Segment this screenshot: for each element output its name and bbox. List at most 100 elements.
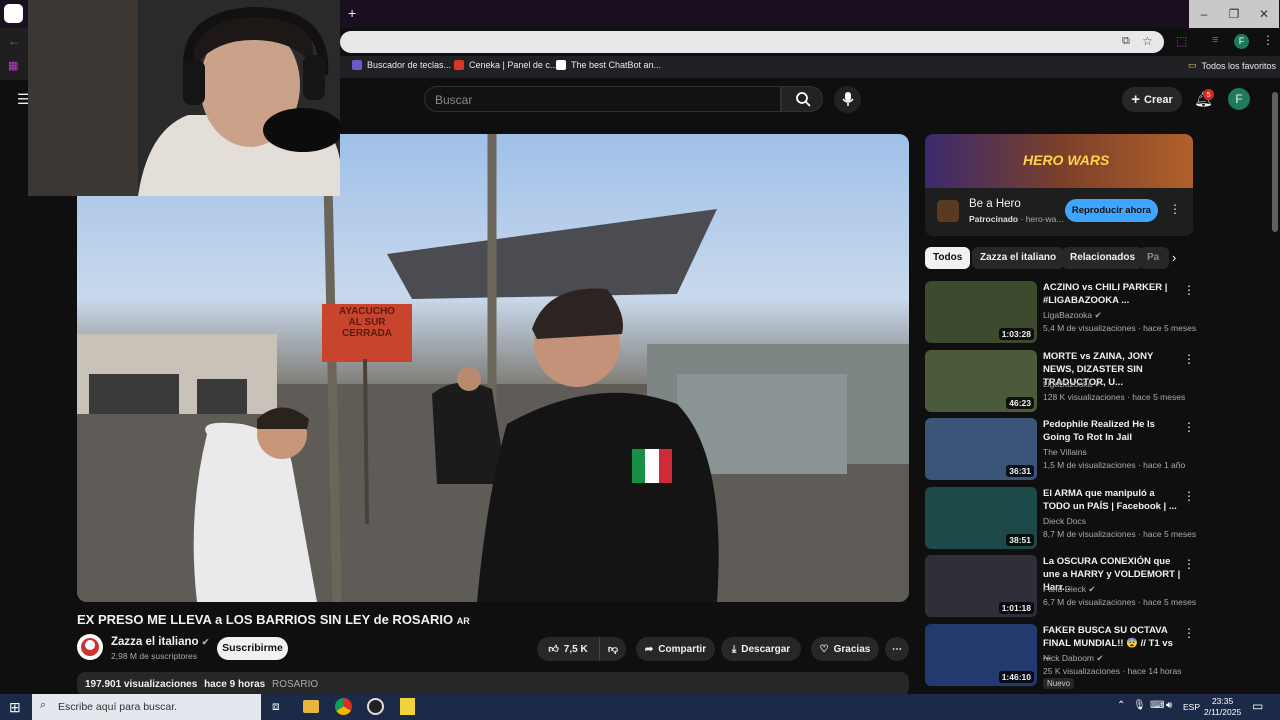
channel-avatar[interactable]: [77, 634, 103, 660]
video-thumbnail[interactable]: 36:31: [925, 418, 1037, 480]
page-scrollbar[interactable]: [1272, 92, 1278, 232]
recommendation-menu-icon[interactable]: ⋮: [1183, 489, 1195, 503]
like-button[interactable]: 👍︎ 7,5 K: [537, 637, 599, 661]
recommendation-item[interactable]: 38:51 El ARMA que manipuló a TODO un PAÍ…: [925, 487, 1265, 549]
search-input[interactable]: Buscar: [424, 86, 781, 112]
dislike-button[interactable]: 👎︎: [599, 637, 626, 661]
profile-avatar[interactable]: F: [1234, 34, 1249, 49]
thanks-button[interactable]: ♡ Gracias: [811, 637, 879, 661]
recommendation-title[interactable]: ACZINO vs CHILI PARKER | #LIGABAZOOKA ..…: [1043, 281, 1183, 307]
bookmark-star-icon[interactable]: ☆: [1142, 34, 1153, 48]
all-bookmarks[interactable]: ▭ Todos los favoritos: [1188, 60, 1276, 71]
volume-icon[interactable]: 🔊︎: [1166, 700, 1172, 711]
more-actions-button[interactable]: ⋯: [885, 637, 909, 661]
description-box[interactable]: 197.901 visualizaciones hace 9 horas ROS…: [77, 672, 909, 696]
recommendation-menu-icon[interactable]: ⋮: [1183, 352, 1195, 366]
heart-dollar-icon: ♡: [819, 643, 829, 655]
install-app-icon[interactable]: ⧉: [1122, 35, 1130, 48]
subscribe-button[interactable]: Suscribirme: [217, 637, 288, 660]
chevron-right-icon[interactable]: ›: [1172, 250, 1176, 265]
bookmark-item[interactable]: Buscador de teclas...: [352, 60, 451, 70]
clock[interactable]: 23:35 2/11/2025: [1204, 696, 1241, 718]
video-thumbnail[interactable]: 38:51: [925, 487, 1037, 549]
bookmark-label: Ceneka | Panel de c...: [469, 60, 558, 70]
recommendation-meta: 8,7 M de visualizaciones · hace 5 meses: [1043, 529, 1197, 539]
video-tag[interactable]: ROSARIO: [272, 679, 318, 690]
recommendation-menu-icon[interactable]: ⋮: [1183, 626, 1195, 640]
voice-search-button[interactable]: [834, 86, 861, 113]
minimize-button[interactable]: –: [1189, 0, 1219, 28]
recommendation-channel[interactable]: The Villains: [1043, 447, 1087, 457]
webcam-frame: [28, 0, 340, 196]
notification-count-badge: 5: [1203, 89, 1214, 100]
search-button[interactable]: [781, 86, 823, 112]
windows-start-icon[interactable]: ⊞: [9, 699, 21, 716]
ad-cta-button[interactable]: Reproducir ahora: [1065, 199, 1158, 222]
playlist-icon[interactable]: ≡: [1212, 34, 1218, 46]
back-arrow-icon[interactable]: ←: [8, 34, 20, 48]
video-thumbnail[interactable]: 46:23: [925, 350, 1037, 412]
task-view-icon[interactable]: ⧈: [272, 699, 280, 714]
recommendation-channel[interactable]: LigaBazooka ✔: [1043, 310, 1102, 321]
channel-logo-icon: [81, 638, 99, 656]
apps-grid-icon[interactable]: ▦: [8, 59, 18, 72]
recommendation-item[interactable]: 1:03:28 ACZINO vs CHILI PARKER | #LIGABA…: [925, 281, 1265, 343]
chip-channel[interactable]: Zazza el italiano: [972, 247, 1065, 269]
channel-text: Dieck Docs: [1043, 516, 1086, 526]
bookmark-item[interactable]: Ceneka | Panel de c...: [454, 60, 557, 70]
sign-line: AL SUR: [348, 317, 386, 328]
recommendation-menu-icon[interactable]: ⋮: [1183, 557, 1195, 571]
video-player[interactable]: AYACUCHO AL SUR CERRADA: [77, 134, 909, 602]
taskbar-search-input[interactable]: ⌕ Escribe aquí para buscar.: [32, 694, 261, 720]
new-tab-button[interactable]: +: [348, 5, 356, 21]
network-icon[interactable]: ⌨: [1150, 700, 1164, 711]
chip-more[interactable]: Pa: [1139, 247, 1169, 269]
sponsored-label: Patrocinado: [969, 214, 1019, 224]
bookmark-label: The best ChatBot an...: [571, 60, 662, 70]
recommendation-title[interactable]: Pedophile Realized He Is Going To Rot In…: [1043, 418, 1183, 444]
language-indicator[interactable]: ESP: [1183, 702, 1200, 712]
recommendation-menu-icon[interactable]: ⋮: [1183, 420, 1195, 434]
new-badge: Nuevo: [1043, 678, 1075, 689]
channel-name[interactable]: Zazza el italiano ✔: [111, 636, 209, 648]
recommendation-channel[interactable]: Farid Dieck ✔: [1043, 584, 1095, 595]
chrome-icon[interactable]: [335, 698, 352, 715]
notification-center-icon[interactable]: ▭: [1252, 699, 1263, 713]
tray-chevron-icon[interactable]: ⌃: [1117, 700, 1125, 711]
ad-menu-icon[interactable]: ⋮: [1169, 202, 1181, 216]
browser-logo-icon[interactable]: [4, 4, 23, 23]
notes-app-icon[interactable]: [400, 698, 415, 715]
recommendation-item[interactable]: 1:01:18 La OSCURA CONEXIÓN que une a HAR…: [925, 555, 1265, 617]
video-thumbnail[interactable]: 1:46:10: [925, 624, 1037, 686]
channel-text: Farid Dieck: [1043, 584, 1086, 594]
account-avatar[interactable]: F: [1228, 88, 1250, 110]
download-button[interactable]: ⤓ Descargar: [721, 637, 801, 661]
recommendation-title[interactable]: El ARMA que manipuló a TODO un PAÍS | Fa…: [1043, 487, 1183, 513]
restore-button[interactable]: ❐: [1219, 0, 1249, 28]
recommendation-channel[interactable]: Dieck Docs: [1043, 516, 1086, 526]
video-thumbnail[interactable]: 1:03:28: [925, 281, 1037, 343]
microphone-icon: [842, 92, 854, 106]
browser-menu-icon[interactable]: ⋮: [1262, 33, 1274, 47]
recommendation-menu-icon[interactable]: ⋮: [1183, 283, 1195, 297]
address-bar[interactable]: ⧉ ☆: [340, 31, 1164, 53]
close-window-button[interactable]: ✕: [1249, 0, 1279, 28]
file-explorer-icon[interactable]: [303, 700, 319, 713]
sponsored-ad[interactable]: HERO WARS Be a Hero Patrocinado · hero-w…: [925, 134, 1193, 236]
recommendation-channel[interactable]: Nick Daboom ✔: [1043, 653, 1104, 664]
chip-related[interactable]: Relacionados: [1062, 247, 1144, 269]
tray-microphone-icon[interactable]: 🎙︎: [1133, 700, 1146, 711]
obs-icon[interactable]: [367, 698, 384, 715]
bookmark-item[interactable]: The best ChatBot an...: [556, 60, 661, 70]
extensions-icon[interactable]: ⬚: [1176, 34, 1187, 48]
recommendation-channel[interactable]: LigaBazooka ✔: [1043, 379, 1102, 390]
bookmark-favicon-icon: [454, 60, 464, 70]
recommendation-item[interactable]: 46:23 MORTE vs ZAINA, JONY NEWS, DIZASTE…: [925, 350, 1265, 412]
ad-banner[interactable]: HERO WARS: [925, 134, 1193, 188]
create-button[interactable]: + Crear: [1122, 87, 1182, 112]
recommendation-item[interactable]: 1:46:10 FAKER BUSCA SU OCTAVA FINAL MUND…: [925, 624, 1265, 689]
share-button[interactable]: ➦ Compartir: [636, 637, 715, 661]
video-thumbnail[interactable]: 1:01:18: [925, 555, 1037, 617]
chip-all[interactable]: Todos: [925, 247, 971, 269]
recommendation-item[interactable]: 36:31 Pedophile Realized He Is Going To …: [925, 418, 1265, 480]
